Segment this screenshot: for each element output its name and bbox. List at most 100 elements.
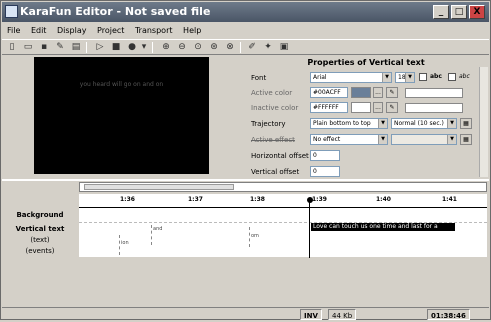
pencil-icon[interactable]: ✐ <box>246 41 258 53</box>
chevron-down-icon: ▼ <box>405 73 414 82</box>
window-icon[interactable]: ▣ <box>278 41 290 53</box>
tick-label: 1:36 <box>120 196 135 203</box>
menu-bar: File Edit Display Project Transport Help <box>2 23 489 38</box>
zoom-in-icon[interactable]: ⊕ <box>160 41 172 53</box>
vertical-offset-input[interactable]: 0 <box>310 166 340 177</box>
active-effect-select[interactable]: No effect ▼ <box>310 134 388 145</box>
wand-icon[interactable]: ✦ <box>262 41 274 53</box>
zoom-selection-icon[interactable]: ⊛ <box>208 41 220 53</box>
menu-project[interactable]: Project <box>97 26 124 35</box>
toolbar: ▯ ▭ ▪ ✎ ▤ ▷ ■ ● ▾ ⊕ ⊖ ⊙ ⊛ ⊗ ✐ ✦ ▣ <box>2 39 489 55</box>
track-label-vertical-text[interactable]: Vertical text <box>4 225 76 233</box>
trajectory-speed-value: Normal (10 sec.) <box>394 120 444 127</box>
title-bar[interactable]: KaraFun Editor - Not saved file _ □ X <box>2 2 489 22</box>
trajectory-label: Trajectory <box>251 120 286 128</box>
menu-edit[interactable]: Edit <box>31 26 47 35</box>
status-sample: 44 Kb <box>328 309 357 320</box>
active-color-slider[interactable] <box>405 88 463 98</box>
event-marker[interactable] <box>119 235 120 255</box>
track-label-text: (text) <box>30 236 50 244</box>
italic-label: abc <box>459 73 470 80</box>
new-file-icon[interactable]: ▯ <box>6 41 18 53</box>
toolbar-separator <box>86 42 87 53</box>
active-color-swatch[interactable] <box>351 87 371 98</box>
preview-lyrics: you heard will go on and on <box>79 81 164 88</box>
inactive-color-swatch[interactable] <box>351 102 371 113</box>
active-color-ellipsis-button[interactable]: ... <box>373 87 383 98</box>
app-icon <box>5 5 18 18</box>
background-track[interactable] <box>79 208 487 222</box>
save-icon[interactable]: ▪ <box>38 41 50 53</box>
chevron-down-icon: ▼ <box>447 135 456 144</box>
open-folder-icon[interactable]: ▭ <box>22 41 34 53</box>
active-color-picker-icon[interactable]: ✎ <box>386 87 398 98</box>
trajectory-select[interactable]: Plain bottom to top ▼ <box>310 118 388 129</box>
empty-workspace <box>2 259 489 305</box>
event-marker[interactable] <box>249 227 250 247</box>
status-bar: INV 44 Kb 01:38:46 <box>2 307 489 320</box>
properties-title: Properties of Vertical text <box>307 58 425 67</box>
font-label: Font <box>251 74 267 82</box>
menu-help[interactable]: Help <box>183 26 201 35</box>
preview-screen: you heard will go on and on <box>34 57 209 174</box>
inactive-color-ellipsis-button[interactable]: ... <box>373 102 383 113</box>
overview-thumb[interactable] <box>84 184 234 190</box>
event-word[interactable]: om <box>251 233 259 239</box>
chevron-down-icon: ▼ <box>447 119 456 128</box>
play-icon[interactable]: ▷ <box>94 41 106 53</box>
chevron-down-icon: ▼ <box>378 119 387 128</box>
font-value: Arial <box>313 74 327 81</box>
event-marker[interactable] <box>151 225 152 245</box>
zoom-reset-icon[interactable]: ⊗ <box>224 41 236 53</box>
close-button[interactable]: X <box>469 5 485 19</box>
track-label-events: (events) <box>25 247 55 255</box>
properties-scrollbar[interactable] <box>479 67 488 177</box>
print-icon[interactable]: ▤ <box>70 41 82 53</box>
menu-transport[interactable]: Transport <box>135 26 173 35</box>
bold-checkbox[interactable] <box>419 73 427 81</box>
toolbar-separator <box>152 42 153 53</box>
menu-file[interactable]: File <box>7 26 20 35</box>
inactive-color-picker-icon[interactable]: ✎ <box>386 102 398 113</box>
italic-checkbox[interactable] <box>448 73 456 81</box>
active-effect-option-select[interactable]: ▼ <box>391 134 457 145</box>
menu-display[interactable]: Display <box>57 26 87 35</box>
active-effect-label: Active effect <box>251 136 295 144</box>
properties-panel: Properties of Vertical text Font Arial ▼ … <box>243 57 489 178</box>
event-word[interactable]: ion <box>121 240 129 246</box>
trajectory-options-icon[interactable]: ▦ <box>460 118 472 129</box>
status-mode: INV <box>300 309 322 320</box>
timeline-overview[interactable] <box>79 182 487 192</box>
maximize-button[interactable]: □ <box>451 5 467 19</box>
active-color-input[interactable]: #00ACFF <box>310 87 348 98</box>
horizontal-offset-label: Horizontal offset <box>251 152 309 160</box>
window-title: KaraFun Editor - Not saved file <box>20 5 211 18</box>
inactive-color-input[interactable]: #FFFFFF <box>310 102 348 113</box>
zoom-fit-icon[interactable]: ⊙ <box>192 41 204 53</box>
tick-label: 1:40 <box>376 196 391 203</box>
main-window: KaraFun Editor - Not saved file _ □ X Fi… <box>0 0 491 320</box>
inactive-color-label: Inactive color <box>251 104 299 112</box>
edit-icon[interactable]: ✎ <box>54 41 66 53</box>
stop-icon[interactable]: ■ <box>110 41 122 53</box>
active-effect-value: No effect <box>313 136 341 143</box>
record-icon[interactable]: ● <box>126 41 138 53</box>
horizontal-offset-input[interactable]: 0 <box>310 150 340 161</box>
font-size-select[interactable]: 18 ▼ <box>395 72 415 83</box>
zoom-out-icon[interactable]: ⊖ <box>176 41 188 53</box>
font-select[interactable]: Arial ▼ <box>310 72 392 83</box>
bold-label: abc <box>430 73 442 80</box>
record-dropdown-icon[interactable]: ▾ <box>138 41 150 53</box>
event-word[interactable]: and <box>153 226 162 232</box>
active-color-label: Active color <box>251 89 293 97</box>
status-time: 01:38:46 <box>427 309 470 320</box>
tick-label: 1:37 <box>188 196 203 203</box>
active-effect-options-icon[interactable]: ▦ <box>460 134 472 145</box>
time-ruler[interactable]: 1:36 1:37 1:38 1:39 1:40 1:41 <box>79 194 487 208</box>
minimize-button[interactable]: _ <box>433 5 449 19</box>
playhead-marker[interactable] <box>307 197 313 203</box>
trajectory-speed-select[interactable]: Normal (10 sec.) ▼ <box>391 118 457 129</box>
inactive-color-slider[interactable] <box>405 103 463 113</box>
track-label-background[interactable]: Background <box>4 211 76 219</box>
selected-lyric-line[interactable]: Love can touch us one time and last for … <box>311 223 455 231</box>
